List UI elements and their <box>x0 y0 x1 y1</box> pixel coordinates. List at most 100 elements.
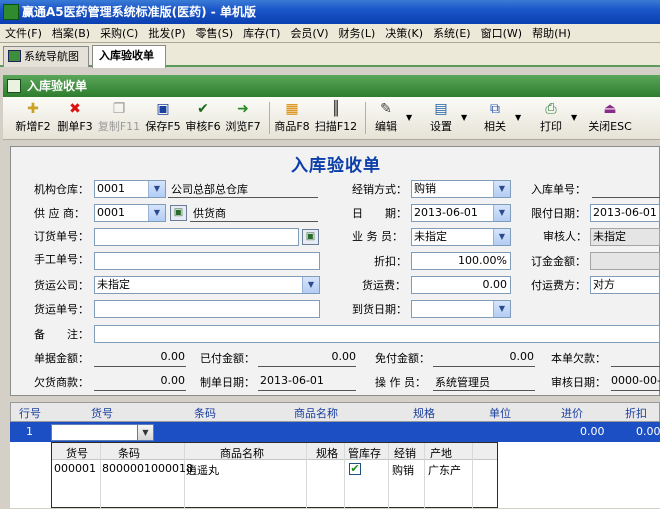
supplier-select[interactable]: 0001 ▼ <box>94 204 166 222</box>
dd-col-origin: 产地 <box>430 447 452 460</box>
date-picker[interactable]: 2013-06-01 ▼ <box>411 204 511 222</box>
browse-button[interactable]: ➜ 浏览F7 <box>224 99 262 137</box>
audit-button[interactable]: ✔ 审核F6 <box>184 99 222 137</box>
freight-fee-input[interactable]: 0.00 <box>411 276 511 294</box>
tab-label: 系统导航图 <box>24 50 79 63</box>
product-dropdown[interactable]: 货号 条码 商品名称 规格 管库存 经销 产地 000001 800000100… <box>51 442 498 509</box>
order-no-label: 订货单号： <box>34 230 89 243</box>
warehouse-code: 0001 <box>97 182 125 195</box>
underline <box>433 366 535 367</box>
chevron-down-icon[interactable]: ▼ <box>493 229 510 245</box>
carrier-select[interactable]: 未指定 ▼ <box>94 276 320 294</box>
order-no-input[interactable] <box>94 228 299 246</box>
subwindow-header: 入库验收单 <box>3 75 660 97</box>
chevron-down-icon[interactable]: ▼ <box>493 181 510 197</box>
col-row-no[interactable]: 行号 <box>19 405 41 421</box>
print-button[interactable]: ⎙ 打印 <box>537 99 565 137</box>
menu-decision[interactable]: 决策(K) <box>380 24 428 43</box>
menu-file[interactable]: 文件(F) <box>0 24 47 43</box>
made-date-label: 制单日期： <box>200 376 255 389</box>
col-spec[interactable]: 规格 <box>413 405 435 421</box>
manual-no-input[interactable] <box>94 252 320 270</box>
chevron-down-icon[interactable]: ▼ <box>302 277 319 293</box>
col-name[interactable]: 商品名称 <box>294 405 338 421</box>
edit-label: 编辑 <box>375 120 397 133</box>
list-item[interactable]: 000001 8000001000018 逍遥丸 ✔ 购销 广东产 <box>52 461 497 477</box>
lookup-icon[interactable]: ▣ <box>302 229 319 245</box>
remark-input[interactable] <box>94 325 660 343</box>
freight-no-input[interactable] <box>94 300 320 318</box>
menu-purchase[interactable]: 采购(C) <box>95 24 143 43</box>
chevron-down-icon[interactable]: ▼ <box>406 113 412 122</box>
chevron-down-icon[interactable]: ▼ <box>461 113 467 122</box>
menu-system[interactable]: 系统(E) <box>428 24 476 43</box>
menu-help[interactable]: 帮助(H) <box>527 24 576 43</box>
col-unit[interactable]: 单位 <box>489 405 511 421</box>
tab-navigation[interactable]: 系统导航图 <box>3 46 89 67</box>
col-discount[interactable]: 折扣 <box>625 405 647 421</box>
chevron-down-icon[interactable]: ▼ <box>493 205 510 221</box>
related-button[interactable]: ⧉ 相关 <box>481 99 509 137</box>
chevron-down-icon[interactable]: ▼ <box>148 181 165 197</box>
browse-label: 浏览F7 <box>225 120 261 133</box>
delete-label: 删单F3 <box>57 120 93 133</box>
menu-inventory[interactable]: 库存(T) <box>238 24 285 43</box>
goods-button[interactable]: ▦ 商品F8 <box>273 99 311 137</box>
tab-label: 入库验收单 <box>99 49 154 62</box>
clerk-value: 未指定 <box>414 230 447 243</box>
chevron-down-icon[interactable]: ▼ <box>148 205 165 221</box>
app-icon <box>3 4 19 20</box>
save-button[interactable]: ▣ 保存F5 <box>144 99 182 137</box>
menu-window[interactable]: 窗口(W) <box>476 24 527 43</box>
operator-label: 操 作 员： <box>375 376 426 389</box>
code-input[interactable]: ▼ <box>51 424 154 441</box>
toolbar: ✚ 新增F2 ✖ 删单F3 ❐ 复制F11 ▣ 保存F5 ✔ 审核F6 ➜ 浏览F7 ▦ 商品… <box>3 97 660 140</box>
menu-retail[interactable]: 零售(S) <box>191 24 239 43</box>
edit-button[interactable]: ✎ 编辑 <box>372 99 400 137</box>
copy-button[interactable]: ❐ 复制F11 <box>97 99 141 137</box>
related-icon: ⧉ <box>490 101 500 117</box>
payer-input[interactable]: 对方 <box>590 276 660 294</box>
scan-button[interactable]: ║ 扫描F12 <box>314 99 358 137</box>
title-bar: 赢通A5医药管理系统标准版(医药) - 单机版 <box>0 0 660 24</box>
chevron-down-icon[interactable]: ▼ <box>571 113 577 122</box>
paid-label: 已付金额： <box>200 352 255 365</box>
menu-archive[interactable]: 档案(B) <box>47 24 95 43</box>
underline <box>94 366 186 367</box>
delete-button[interactable]: ✖ 删单F3 <box>56 99 94 137</box>
chevron-down-icon[interactable]: ▼ <box>515 113 521 122</box>
supplier-name: 供货商 <box>193 207 226 220</box>
settings-label: 设置 <box>430 120 452 133</box>
dropdown-header: 货号 条码 商品名称 规格 管库存 经销 产地 <box>52 443 497 460</box>
clerk-select[interactable]: 未指定 ▼ <box>411 228 511 246</box>
tab-stock-receipt[interactable]: 入库验收单 <box>92 45 166 68</box>
row-discount: 0.00 <box>636 425 660 438</box>
supplier-label: 供 应 商： <box>34 207 85 220</box>
close-button[interactable]: ⏏ 关闭ESC <box>588 99 632 137</box>
discount-input[interactable]: 100.00% <box>411 252 511 270</box>
chevron-down-icon[interactable]: ▼ <box>137 425 153 440</box>
col-barcode[interactable]: 条码 <box>194 405 216 421</box>
checkbox-checked-icon[interactable]: ✔ <box>349 463 361 475</box>
settings-button[interactable]: ▤ 设置 <box>427 99 455 137</box>
toolbar-separator <box>269 102 270 134</box>
col-code[interactable]: 货号 <box>91 405 113 421</box>
audit-date-label: 审核日期： <box>551 376 606 389</box>
goods-icon: ▦ <box>285 101 299 117</box>
auditor-field: 未指定 <box>590 228 660 246</box>
freight-no-label: 货运单号： <box>34 303 89 316</box>
tab-bar: 系统导航图 入库验收单 <box>0 43 660 68</box>
menu-member[interactable]: 会员(V) <box>285 24 333 43</box>
lookup-icon[interactable]: ▣ <box>170 205 187 221</box>
new-button[interactable]: ✚ 新增F2 <box>15 99 51 137</box>
chevron-down-icon[interactable]: ▼ <box>493 301 510 317</box>
col-price[interactable]: 进价 <box>561 405 583 421</box>
warehouse-name: 公司总部总仓库 <box>171 183 248 196</box>
deadline-input[interactable]: 2013-06-01 <box>590 204 660 222</box>
arrival-date-picker[interactable]: ▼ <box>411 300 511 318</box>
warehouse-select[interactable]: 0001 ▼ <box>94 180 166 198</box>
menu-finance[interactable]: 财务(L) <box>334 24 381 43</box>
method-select[interactable]: 购销 ▼ <box>411 180 511 198</box>
menu-wholesale[interactable]: 批发(P) <box>143 24 190 43</box>
method-label: 经销方式： <box>352 183 407 196</box>
